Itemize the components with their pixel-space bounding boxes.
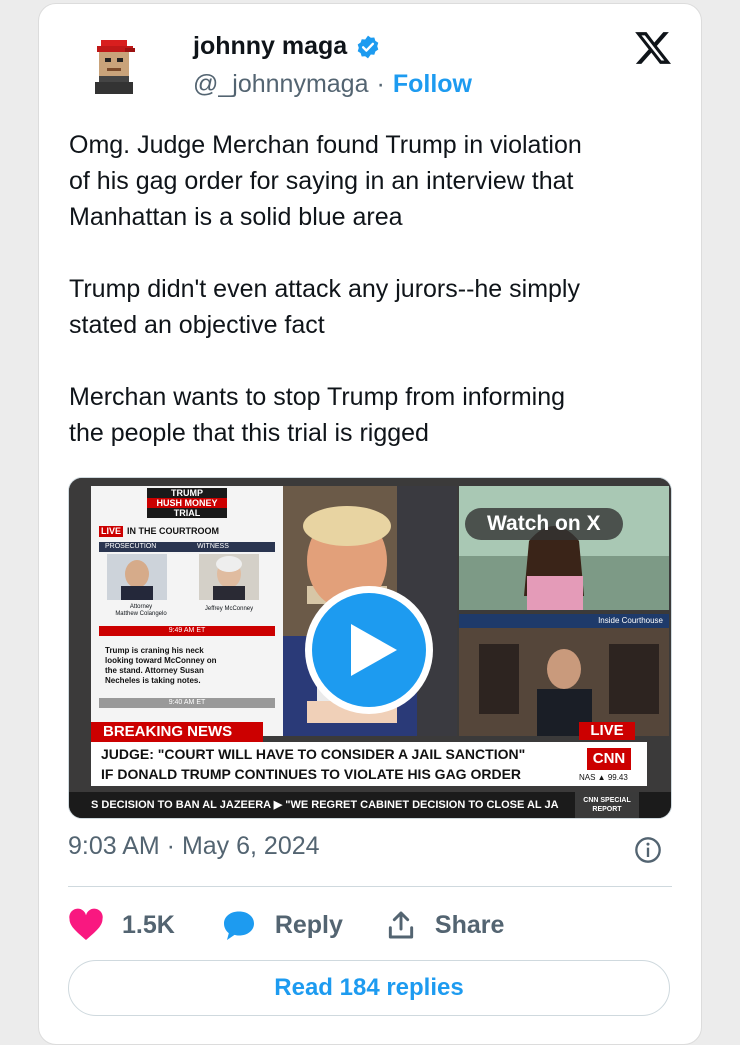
reply-action[interactable]: Reply: [221, 908, 343, 942]
sidebar-title-3: TRIAL: [173, 508, 201, 518]
video-thumbnail[interactable]: Watch on X Inside Courthouse TRUMP HUSH …: [68, 477, 672, 819]
courtroom-note: Trump is craning his neck looking toward…: [105, 646, 217, 685]
display-name[interactable]: johnny maga: [193, 32, 347, 61]
witness-label: WITNESS: [197, 543, 229, 550]
ticker-text: S DECISION TO BAN AL JAZEERA ▶ "WE REGRE…: [91, 799, 559, 811]
follow-button[interactable]: Follow: [393, 70, 472, 99]
network-box: CNN NAS ▲ 99.43: [571, 742, 647, 786]
participant-photos: [107, 554, 259, 600]
tweet-header: johnny maga @_johnnymaga · Follow: [67, 26, 677, 106]
cnn-logo: CNN: [587, 748, 631, 770]
time-tag-2: 9:40 AM ET: [99, 698, 275, 708]
in-courtroom-label: IN THE COURTROOM: [127, 526, 220, 536]
play-icon: [351, 624, 397, 676]
attorney-label: Attorney Matthew Colangelo: [115, 604, 167, 617]
actions-bar: 1.5K Reply Share: [68, 900, 668, 950]
headline-line-1: JUDGE: "COURT WILL HAVE TO CONSIDER A JA…: [101, 746, 526, 762]
courtroom-header: LIVE IN THE COURTROOM: [99, 526, 219, 537]
display-name-row[interactable]: johnny maga: [193, 32, 381, 61]
nas-ticker: NAS ▲ 99.43: [579, 773, 628, 782]
tweet-text: Omg. Judge Merchan found Trump in violat…: [69, 131, 582, 447]
x-logo-icon[interactable]: [633, 28, 673, 68]
share-action[interactable]: Share: [385, 909, 504, 941]
play-button[interactable]: [305, 586, 433, 714]
courthouse-photo: [459, 614, 669, 736]
reporter-photo: [459, 486, 669, 610]
separator-dot: ·: [376, 70, 385, 98]
breaking-news-banner: BREAKING NEWS: [91, 722, 263, 742]
like-count: 1.5K: [122, 910, 175, 939]
info-icon[interactable]: [634, 836, 662, 864]
heart-icon[interactable]: [68, 908, 104, 942]
special-report-tag: CNN SPECIAL REPORT: [575, 792, 639, 818]
trial-sidebar: TRUMP HUSH MONEY TRIAL LIVE IN THE COURT…: [91, 486, 283, 736]
timestamp-row: 9:03 AM · May 6, 2024: [68, 832, 668, 872]
sidebar-title-2: HUSH MONEY: [147, 498, 227, 508]
avatar[interactable]: [85, 36, 143, 94]
read-replies-button[interactable]: Read 184 replies: [68, 960, 670, 1016]
handle-row: @_johnnymaga · Follow: [193, 70, 472, 99]
live-tag: LIVE: [99, 526, 124, 537]
courthouse-panel: Inside Courthouse: [459, 614, 669, 736]
sidebar-title-1: TRUMP: [171, 488, 203, 498]
verified-badge-icon: [357, 35, 379, 58]
like-action[interactable]: 1.5K: [68, 908, 175, 942]
live-badge: LIVE: [579, 722, 635, 740]
headline-line-2: IF DONALD TRUMP CONTINUES TO VIOLATE HIS…: [101, 766, 522, 782]
headline-box: JUDGE: "COURT WILL HAVE TO CONSIDER A JA…: [91, 742, 571, 786]
inside-courthouse-label: Inside Courthouse: [598, 616, 663, 625]
share-icon[interactable]: [385, 909, 417, 941]
witness-name: Jeffrey McConney: [204, 606, 254, 612]
reporter-panel: [459, 486, 669, 610]
watch-on-x-button[interactable]: Watch on X: [465, 508, 623, 540]
prosecution-label: PROSECUTION: [105, 543, 157, 550]
tweet-timestamp[interactable]: 9:03 AM · May 6, 2024: [68, 832, 320, 860]
share-label[interactable]: Share: [435, 911, 504, 940]
user-handle[interactable]: @_johnnymaga: [193, 70, 369, 99]
divider: [68, 886, 672, 887]
reply-icon[interactable]: [221, 908, 257, 942]
time-tag: 9:49 AM ET: [99, 626, 275, 636]
reply-label[interactable]: Reply: [275, 911, 343, 940]
